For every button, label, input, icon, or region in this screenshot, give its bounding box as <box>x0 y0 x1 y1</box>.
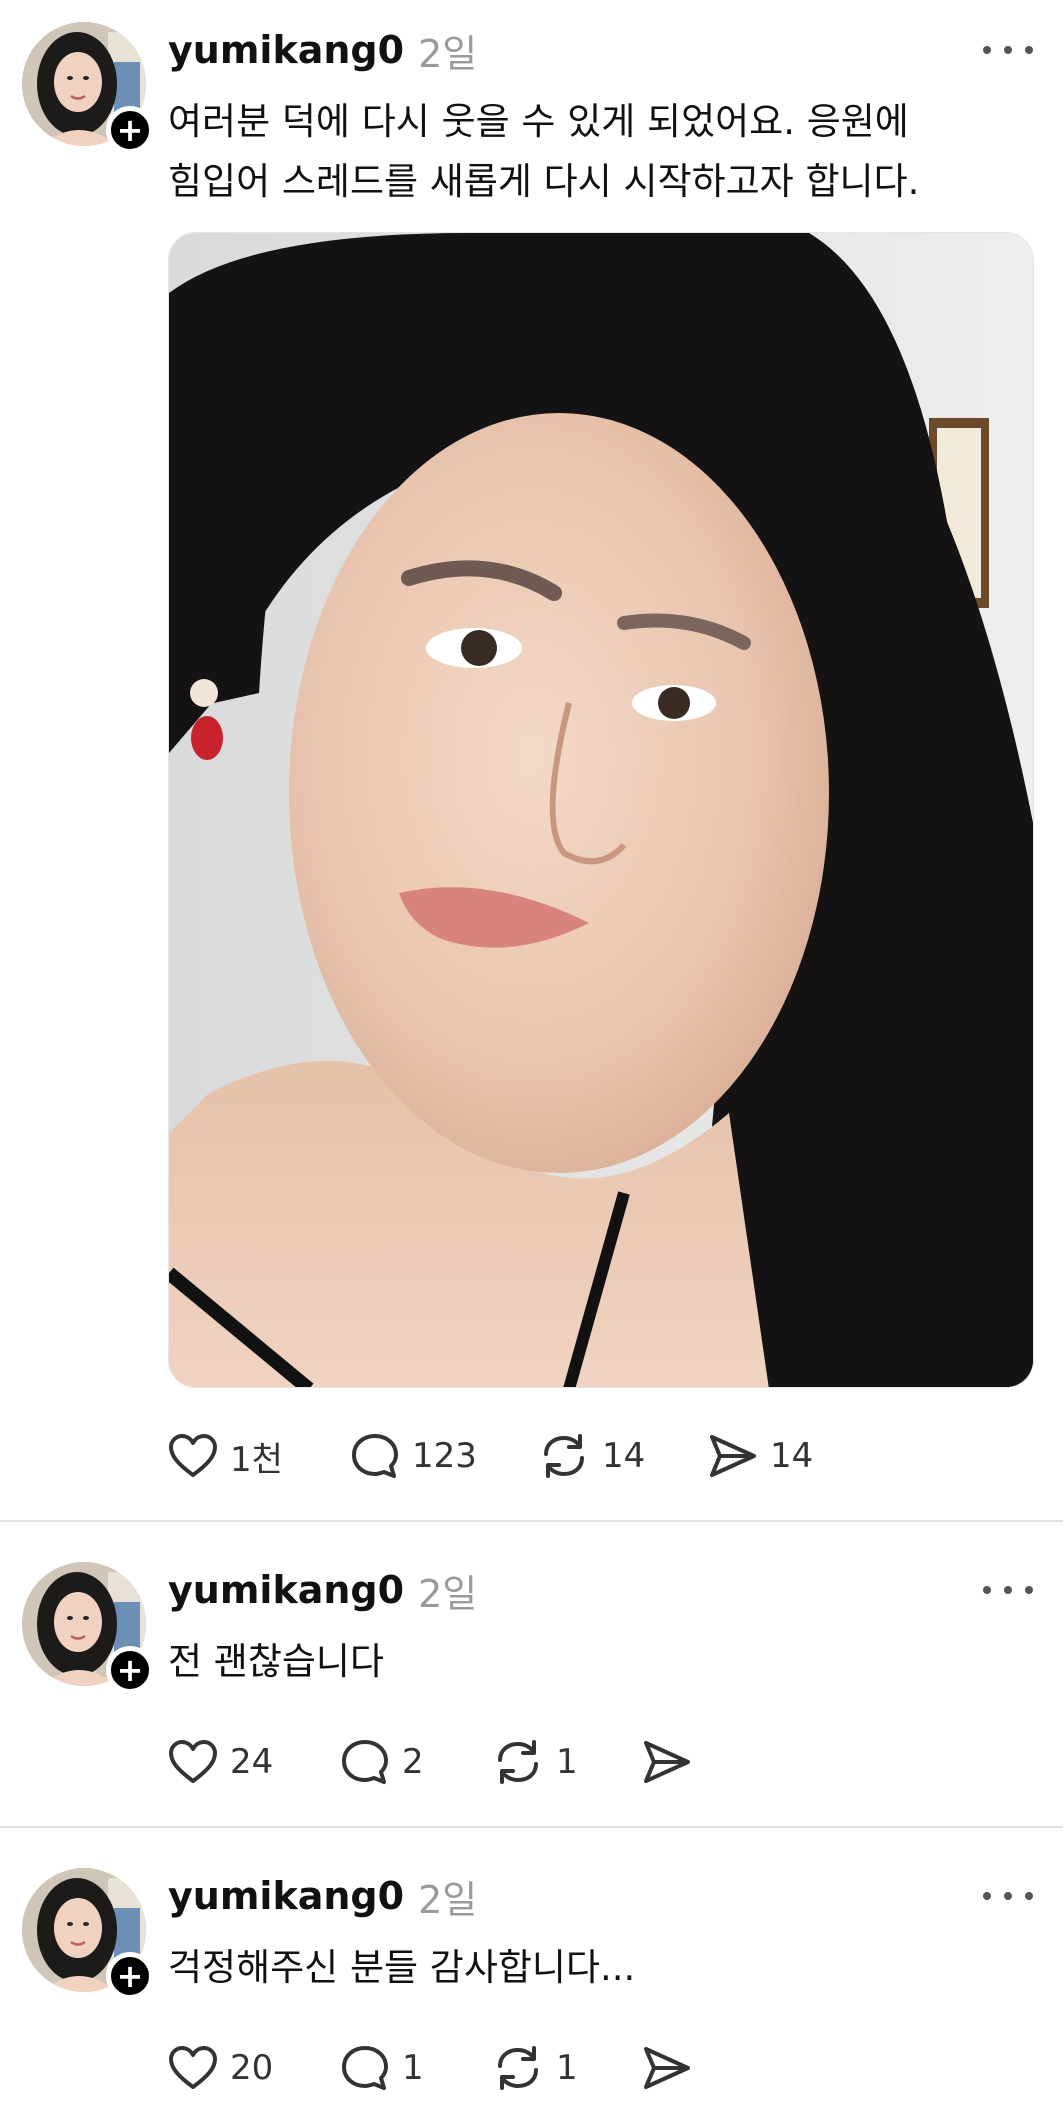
comment-button[interactable]: 1 <box>340 2044 492 2092</box>
repost-icon <box>544 1434 584 1478</box>
comment-count: 2 <box>402 1742 424 1782</box>
post-header: yumikang0 2일 <box>168 22 477 78</box>
more-dots-icon[interactable] <box>983 30 1033 70</box>
follow-plus-icon[interactable]: + <box>106 1952 154 2000</box>
post-actions: 24 2 1 <box>168 1734 704 1790</box>
repost-button[interactable]: 1 <box>492 2044 642 2092</box>
post-header: yumikang0 2일 <box>168 1562 477 1618</box>
like-count: 24 <box>230 1742 274 1782</box>
thread-post-1: + yumikang0 2일 여러분 덕에 다시 웃을 수 있게 되었어요. 응… <box>0 0 1063 1520</box>
post-text: 여러분 덕에 다시 웃을 수 있게 되었어요. 응원에 힘입어 스레드를 새롭게… <box>168 92 1008 212</box>
username[interactable]: yumikang0 <box>168 1874 404 1918</box>
comment-button[interactable]: 2 <box>340 1738 492 1786</box>
repost-icon <box>498 1740 538 1784</box>
post-time: 2일 <box>418 1571 478 1616</box>
like-button[interactable]: 20 <box>168 2045 340 2091</box>
repost-count: 1 <box>556 2048 578 2088</box>
thread-post-3: + yumikang0 2일 걱정해주신 분들 감사합니다... 20 1 1 <box>0 1846 1063 2115</box>
comment-count: 123 <box>412 1436 477 1476</box>
repost-count: 1 <box>556 1742 578 1782</box>
username[interactable]: yumikang0 <box>168 1568 404 1612</box>
post-time: 2일 <box>418 1877 478 1922</box>
post-divider <box>0 1520 1063 1522</box>
comment-bubble-icon <box>342 2046 388 2090</box>
comment-button[interactable]: 123 <box>350 1432 538 1480</box>
post-text: 전 괜찮습니다 <box>168 1632 1008 1692</box>
post-actions: 20 1 1 <box>168 2040 704 2096</box>
like-button[interactable]: 24 <box>168 1739 340 1785</box>
like-count: 20 <box>230 2048 274 2088</box>
like-button[interactable]: 1천 <box>168 1432 350 1481</box>
heart-icon <box>169 2046 217 2089</box>
post-header: yumikang0 2일 <box>168 1868 477 1924</box>
follow-plus-icon[interactable]: + <box>106 106 154 154</box>
follow-plus-icon[interactable]: + <box>106 1646 154 1694</box>
repost-count: 14 <box>602 1436 646 1476</box>
post-text: 걱정해주신 분들 감사합니다... <box>168 1938 1008 1998</box>
comment-bubble-icon <box>342 1740 388 1784</box>
more-dots-icon[interactable] <box>983 1570 1033 1610</box>
repost-icon <box>498 2046 538 2090</box>
more-dots-icon[interactable] <box>983 1876 1033 1916</box>
heart-icon <box>169 1434 217 1477</box>
avatar[interactable]: + <box>22 1868 154 2000</box>
post-time: 2일 <box>418 31 478 76</box>
post-photo[interactable] <box>168 232 1034 1388</box>
share-button[interactable]: 14 <box>708 1433 813 1479</box>
post-text-line-2: 힘입어 스레드를 새롭게 다시 시작하고자 합니다. <box>168 160 920 203</box>
share-button[interactable] <box>642 2045 704 2091</box>
username[interactable]: yumikang0 <box>168 28 404 72</box>
thread-post-2: + yumikang0 2일 전 괜찮습니다 24 2 1 <box>0 1540 1063 1826</box>
like-count: 1천 <box>230 1439 283 1480</box>
heart-icon <box>169 1740 217 1783</box>
avatar[interactable]: + <box>22 1562 154 1694</box>
send-icon <box>644 2047 690 2089</box>
repost-button[interactable]: 14 <box>538 1432 708 1480</box>
comment-count: 1 <box>402 2048 424 2088</box>
repost-button[interactable]: 1 <box>492 1738 642 1786</box>
post-text-line-1: 걱정해주신 분들 감사합니다... <box>168 1946 636 1989</box>
post-text-line-1: 전 괜찮습니다 <box>168 1640 385 1683</box>
comment-bubble-icon <box>352 1434 398 1478</box>
avatar[interactable]: + <box>22 22 154 154</box>
post-actions: 1천 123 14 14 <box>168 1428 813 1484</box>
send-icon <box>644 1741 690 1783</box>
post-text-line-1: 여러분 덕에 다시 웃을 수 있게 되었어요. 응원에 <box>168 100 909 143</box>
post-divider <box>0 1826 1063 1828</box>
share-count: 14 <box>770 1436 814 1476</box>
send-icon <box>710 1435 756 1477</box>
share-button[interactable] <box>642 1739 704 1785</box>
